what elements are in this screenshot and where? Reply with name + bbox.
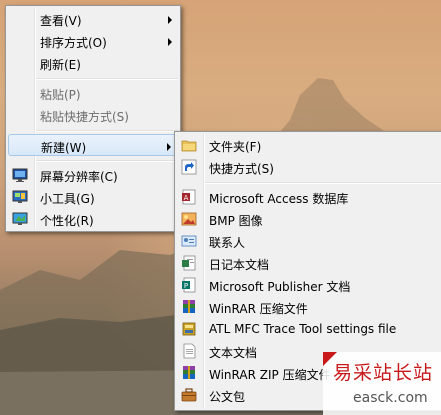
journal-document-icon [181,255,197,271]
menu-item-label: Microsoft Access 数据库 [209,192,349,206]
desktop-context-menu: 查看(V) 排序方式(O) 刷新(E) 粘贴(P) 粘贴快捷方式(S) 新建(W… [5,5,181,232]
folder-icon [181,137,197,153]
watermark-text-en: easck.com [353,390,428,406]
bmp-image-icon [181,211,197,227]
menu-separator [36,78,178,80]
personalize-icon [12,211,28,227]
menu-item-label: 粘贴快捷方式(S) [40,110,129,124]
menu-separator [205,182,441,184]
menu-item-label: 排序方式(O) [40,36,107,50]
menu-item-gadgets[interactable]: 小工具(G) [8,186,178,208]
menu-item-label: ATL MFC Trace Tool settings file [209,322,397,336]
menu-item-label: 公文包 [209,390,246,404]
menu-separator [36,130,178,132]
menu-item-label: 联系人 [209,236,246,250]
menu-item-label: 文件夹(F) [209,140,262,154]
menu-item-label: 个性化(R) [40,214,94,228]
submenu-arrow-icon [168,38,172,46]
new-item-bmp-image[interactable]: BMP 图像 [177,208,441,230]
new-item-shortcut[interactable]: 快捷方式(S) [177,156,441,178]
watermark-text-cn: 易采站长站 [333,362,434,384]
menu-item-label: WinRAR ZIP 压缩文件 [209,368,331,382]
menu-item-paste: 粘贴(P) [8,82,178,104]
menu-item-label: 粘贴(P) [40,88,81,102]
screen-resolution-icon [12,167,28,183]
contact-icon [181,233,197,249]
access-database-icon: A [181,189,197,205]
new-item-access-database[interactable]: A Microsoft Access 数据库 [177,186,441,208]
submenu-arrow-icon [168,16,172,24]
menu-item-label: 屏幕分辨率(C) [40,170,118,184]
submenu-arrow-icon [167,143,171,151]
menu-item-view[interactable]: 查看(V) [8,8,178,30]
menu-item-label: 日记本文档 [209,258,270,272]
menu-item-paste-shortcut: 粘贴快捷方式(S) [8,104,178,126]
menu-item-label: BMP 图像 [209,214,263,228]
text-document-icon [181,343,197,359]
menu-item-label: Microsoft Publisher 文档 [209,280,351,294]
menu-item-label: 查看(V) [40,14,82,28]
svg-text:P: P [184,282,188,290]
new-item-folder[interactable]: 文件夹(F) [177,134,441,156]
new-item-trace-settings[interactable]: ATL MFC Trace Tool settings file [177,318,441,340]
new-item-journal-document[interactable]: 日记本文档 [177,252,441,274]
briefcase-icon [181,387,197,403]
menu-item-label: WinRAR 压缩文件 [209,302,308,316]
new-item-contact[interactable]: 联系人 [177,230,441,252]
menu-item-new[interactable]: 新建(W) [8,134,178,156]
new-item-winrar-archive[interactable]: WinRAR 压缩文件 [177,296,441,318]
menu-item-sort-by[interactable]: 排序方式(O) [8,30,178,52]
shortcut-icon [181,159,197,175]
new-item-publisher-document[interactable]: P Microsoft Publisher 文档 [177,274,441,296]
svg-text:A: A [184,194,189,202]
menu-item-label: 新建(W) [41,141,87,155]
menu-item-refresh[interactable]: 刷新(E) [8,52,178,74]
menu-separator [36,160,178,162]
trace-settings-icon [181,321,197,337]
menu-item-screen-resolution[interactable]: 屏幕分辨率(C) [8,164,178,186]
menu-item-label: 刷新(E) [40,58,81,72]
winrar-archive-icon [181,299,197,315]
menu-item-label: 文本文档 [209,346,258,360]
gadgets-icon [12,189,28,205]
winrar-zip-icon [181,365,197,381]
menu-item-personalize[interactable]: 个性化(R) [8,208,178,230]
menu-item-label: 快捷方式(S) [209,162,274,176]
menu-item-label: 小工具(G) [40,192,95,206]
site-watermark: 易采站长站 easck.com [323,352,441,415]
publisher-document-icon: P [181,277,197,293]
